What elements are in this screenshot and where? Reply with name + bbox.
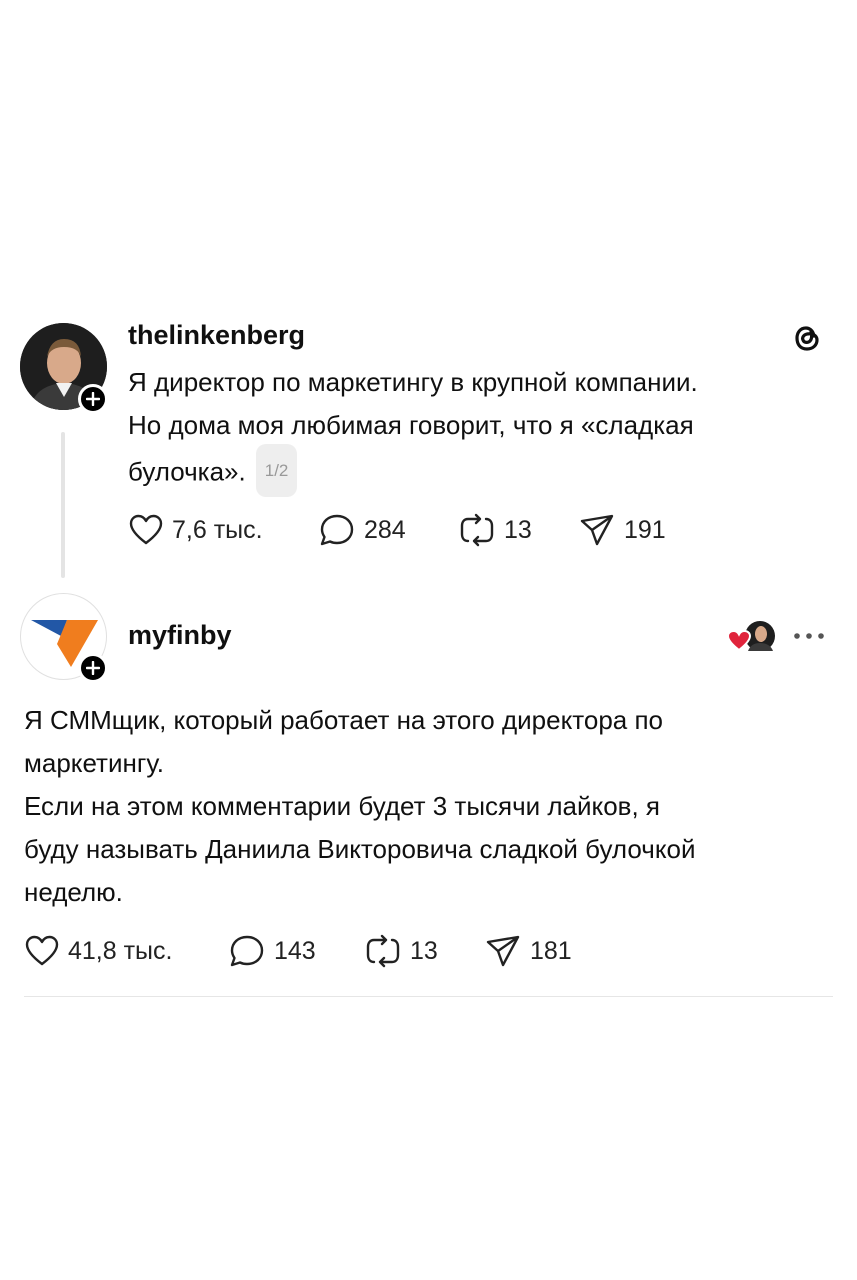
reply-text-line: маркетингу. bbox=[24, 748, 164, 778]
reply-username[interactable]: myfinby bbox=[128, 620, 232, 651]
share-count: 181 bbox=[530, 936, 572, 965]
share-button[interactable]: 191 bbox=[578, 512, 666, 548]
heart-icon bbox=[25, 935, 59, 966]
comment-icon bbox=[320, 514, 354, 546]
more-icon[interactable] bbox=[792, 624, 826, 653]
repost-count: 13 bbox=[504, 515, 532, 544]
comment-icon bbox=[230, 935, 264, 967]
post-text-line: булочка». 1/2 bbox=[128, 444, 838, 500]
comment-count: 284 bbox=[364, 515, 406, 544]
share-button[interactable]: 181 bbox=[484, 933, 572, 969]
repost-icon bbox=[366, 934, 400, 968]
like-count: 7,6 тыс. bbox=[172, 515, 263, 544]
comment-count: 143 bbox=[274, 936, 316, 965]
share-icon bbox=[580, 514, 614, 546]
follow-button[interactable] bbox=[78, 384, 108, 414]
post-username[interactable]: thelinkenberg bbox=[128, 320, 305, 351]
repost-icon bbox=[460, 513, 494, 547]
repost-count: 13 bbox=[410, 936, 438, 965]
divider bbox=[24, 996, 833, 997]
reply-text-line: буду называть Даниила Викторовича сладко… bbox=[24, 834, 696, 864]
heart-icon bbox=[129, 514, 163, 545]
repost-button[interactable]: 13 bbox=[458, 512, 532, 548]
liked-by-author-icon bbox=[726, 619, 778, 660]
like-button[interactable]: 41,8 тыс. bbox=[24, 933, 172, 969]
post-text-line-content: булочка». bbox=[128, 456, 246, 487]
comment-button[interactable]: 284 bbox=[318, 512, 406, 548]
reply-text-line: Я СММщик, который работает на этого дире… bbox=[24, 705, 664, 735]
repost-button[interactable]: 13 bbox=[364, 933, 438, 969]
like-count: 41,8 тыс. bbox=[68, 936, 173, 965]
thread-pager-badge: 1/2 bbox=[255, 444, 298, 497]
share-icon bbox=[486, 935, 520, 967]
comment-button[interactable]: 143 bbox=[228, 933, 316, 969]
plus-icon bbox=[86, 392, 100, 406]
thread-line bbox=[61, 432, 65, 578]
plus-icon bbox=[86, 661, 100, 675]
threads-logo-icon[interactable] bbox=[790, 321, 824, 360]
reply-text-line: неделю. bbox=[24, 877, 123, 907]
share-count: 191 bbox=[624, 515, 666, 544]
like-button[interactable]: 7,6 тыс. bbox=[128, 512, 263, 548]
post-text-line: Но дома моя любимая говорит, что я «слад… bbox=[128, 410, 694, 440]
reply-text-line: Если на этом комментарии будет 3 тысячи … bbox=[24, 791, 661, 821]
reply-text: Я СММщик, который работает на этого дире… bbox=[24, 699, 844, 914]
post-text: Я директор по маркетингу в крупной компа… bbox=[128, 361, 838, 500]
post-text-line: Я директор по маркетингу в крупной компа… bbox=[128, 367, 698, 397]
follow-button[interactable] bbox=[78, 653, 108, 683]
